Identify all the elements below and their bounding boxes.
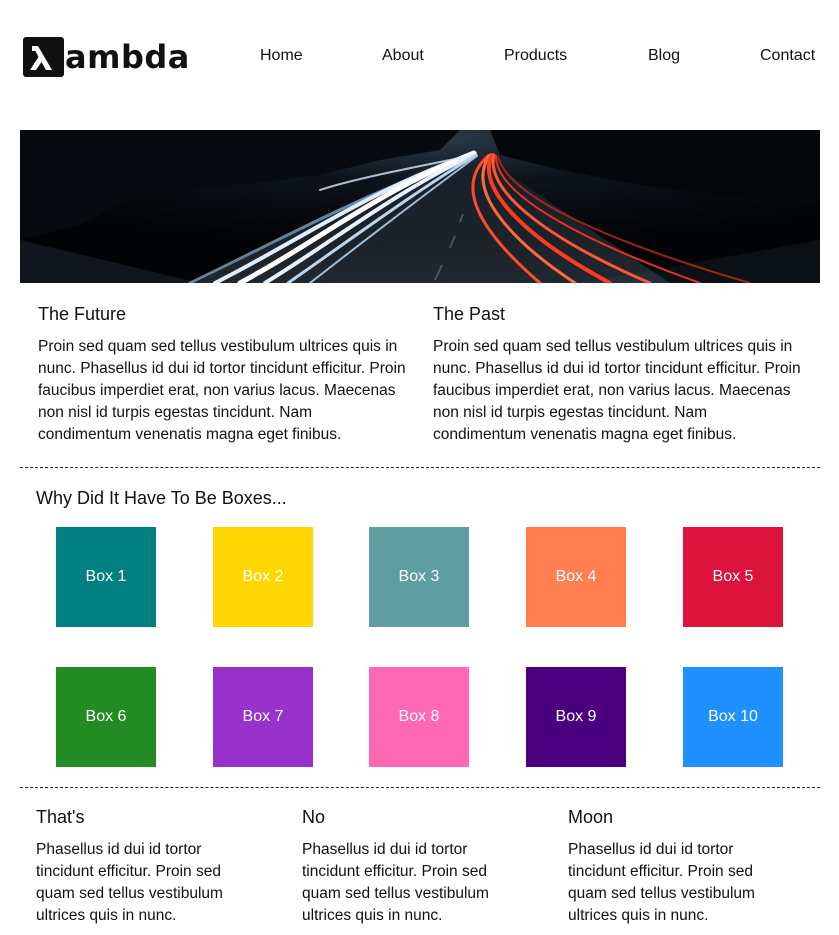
box-8: Box 8 bbox=[369, 667, 469, 767]
nav-about[interactable]: About bbox=[382, 44, 424, 68]
article-future: The Future Proin sed quam sed tellus ves… bbox=[38, 300, 408, 446]
main-nav: Home About Products Blog Contact bbox=[0, 44, 839, 68]
column-title: Moon bbox=[568, 807, 614, 827]
box-6: Box 6 bbox=[56, 667, 156, 767]
column-body: Phasellus id dui id tortor tincidunt eff… bbox=[568, 841, 755, 924]
bottom-column-no: No Phasellus id dui id tortor tincidunt … bbox=[302, 804, 512, 927]
box-1: Box 1 bbox=[56, 527, 156, 627]
column-title: No bbox=[302, 807, 326, 827]
column-title: That's bbox=[36, 807, 85, 827]
box-4: Box 4 bbox=[526, 527, 626, 627]
hero-image bbox=[20, 130, 820, 283]
column-body: Phasellus id dui id tortor tincidunt eff… bbox=[302, 841, 489, 924]
section-divider bbox=[20, 467, 820, 468]
nav-products[interactable]: Products bbox=[504, 44, 567, 68]
nav-home[interactable]: Home bbox=[260, 44, 303, 68]
box-2: Box 2 bbox=[213, 527, 313, 627]
article-past: The Past Proin sed quam sed tellus vesti… bbox=[433, 300, 803, 446]
nav-contact[interactable]: Contact bbox=[760, 44, 815, 68]
box-7: Box 7 bbox=[213, 667, 313, 767]
article-title: The Past bbox=[433, 304, 506, 324]
site-header: ambda Home About Products Blog Contact bbox=[0, 0, 839, 110]
article-title: The Future bbox=[38, 304, 127, 324]
nav-blog[interactable]: Blog bbox=[648, 44, 680, 68]
bottom-column-moon: Moon Phasellus id dui id tortor tincidun… bbox=[568, 804, 778, 927]
bottom-column-thats: That's Phasellus id dui id tortor tincid… bbox=[36, 804, 246, 927]
box-10: Box 10 bbox=[683, 667, 783, 767]
box-9: Box 9 bbox=[526, 667, 626, 767]
section-divider bbox=[20, 787, 820, 788]
box-3: Box 3 bbox=[369, 527, 469, 627]
article-body: Proin sed quam sed tellus vestibulum ult… bbox=[433, 338, 801, 443]
article-body: Proin sed quam sed tellus vestibulum ult… bbox=[38, 338, 406, 443]
boxes-section-title: Why Did It Have To Be Boxes... bbox=[36, 488, 287, 508]
column-body: Phasellus id dui id tortor tincidunt eff… bbox=[36, 841, 223, 924]
box-5: Box 5 bbox=[683, 527, 783, 627]
